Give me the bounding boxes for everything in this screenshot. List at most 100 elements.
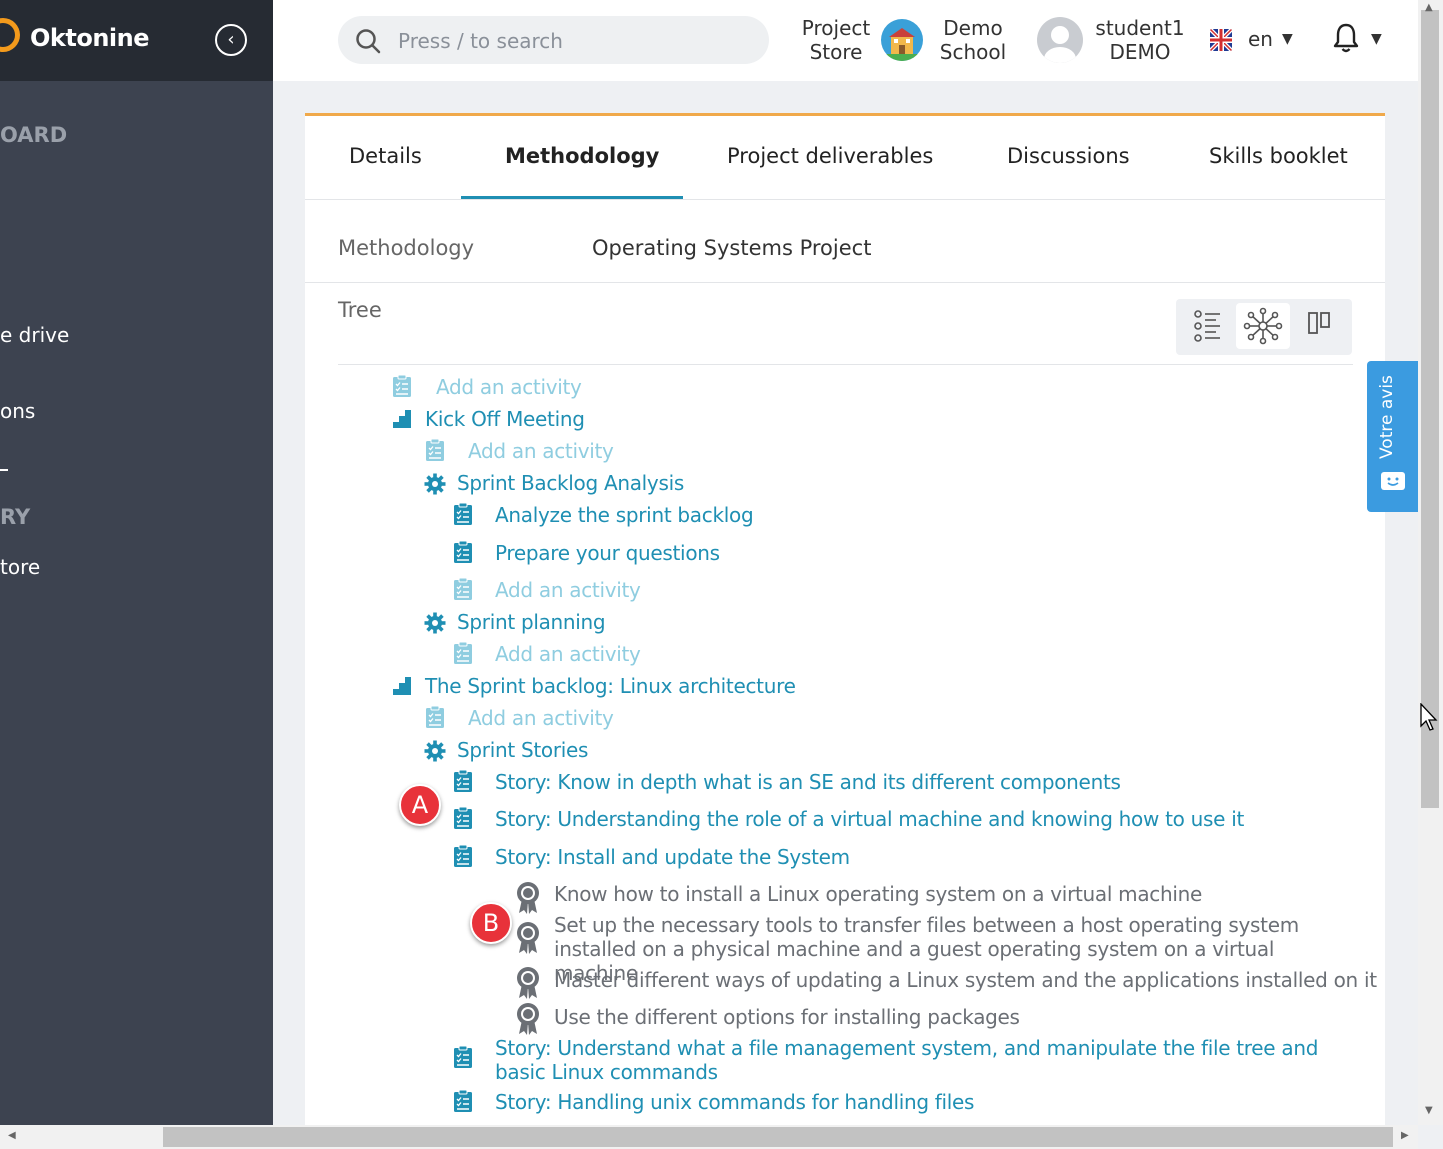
activity-link[interactable]: Analyze the sprint backlog: [495, 503, 754, 527]
clipboard-icon: [453, 577, 473, 605]
add-activity-link-label: Add an activity: [436, 375, 582, 399]
phase-link[interactable]: Kick Off Meeting: [425, 407, 585, 431]
add-activity-link[interactable]: Add an activity: [436, 375, 582, 399]
tab-project-deliverables[interactable]: Project deliverables: [727, 144, 933, 168]
sidebar-item-drive[interactable]: e drive: [0, 323, 69, 347]
step-link-label: Sprint planning: [457, 610, 606, 634]
clipboard-icon: [453, 502, 473, 530]
clipboard-icon: [453, 769, 473, 797]
activity-link-label: Prepare your questions: [495, 541, 720, 565]
methodology-value: Operating Systems Project: [592, 236, 872, 260]
chevron-left-icon[interactable]: ‹: [215, 24, 247, 56]
scroll-right-arrow-icon[interactable]: ▶: [1401, 1130, 1409, 1141]
phase-link[interactable]: The Sprint backlog: Linux architecture: [425, 674, 796, 698]
activity-link-label: Analyze the sprint backlog: [495, 503, 754, 527]
tab-details[interactable]: Details: [349, 144, 422, 168]
activity-link[interactable]: Story: Know in depth what is an SE and i…: [495, 770, 1121, 794]
activity-link[interactable]: Story: Understand what a file management…: [495, 1036, 1345, 1084]
activity-link-label: Story: Know in depth what is an SE and i…: [495, 770, 1121, 794]
project-card: Details Methodology Project deliverables…: [305, 113, 1385, 1125]
marker-b: B: [470, 902, 512, 944]
scroll-left-arrow-icon[interactable]: ◀: [8, 1130, 16, 1141]
project-store-link[interactable]: Project Store: [800, 16, 872, 64]
search-bar[interactable]: [338, 16, 769, 64]
add-activity-link[interactable]: Add an activity: [495, 642, 641, 666]
step-link[interactable]: Sprint Stories: [457, 738, 588, 762]
activity-link-label: Story: Handling unix commands for handli…: [495, 1090, 975, 1114]
add-activity-link-label: Add an activity: [468, 706, 614, 730]
logo-icon: [0, 18, 20, 52]
methodology-label: Methodology: [338, 236, 475, 260]
user-menu[interactable]: student1 DEMO: [1091, 16, 1189, 64]
add-activity-link[interactable]: Add an activity: [468, 439, 614, 463]
view-switcher: [1176, 299, 1352, 355]
columns-view-icon[interactable]: [1292, 303, 1346, 349]
stairs-icon: [391, 408, 413, 434]
skill-item: Use the different options for installing…: [554, 1005, 1020, 1029]
step-link[interactable]: Sprint Backlog Analysis: [457, 471, 684, 495]
skill-item-label: Know how to install a Linux operating sy…: [554, 882, 1203, 906]
sidebar-item-store[interactable]: tore: [0, 555, 40, 579]
avatar[interactable]: [1037, 17, 1083, 63]
clipboard-icon: [453, 844, 473, 872]
step-link-label: Sprint Stories: [457, 738, 589, 762]
divider: [305, 282, 1385, 283]
sidebar-section-dashboard: OARD: [0, 123, 68, 147]
scroll-down-arrow-icon[interactable]: ▼: [1425, 1105, 1433, 1116]
phase-link-label: Kick Off Meeting: [425, 407, 585, 431]
tab-skills-booklet[interactable]: Skills booklet: [1209, 144, 1348, 168]
language-select[interactable]: en: [1248, 27, 1273, 51]
graph-view-icon[interactable]: [1236, 303, 1290, 349]
active-tab-indicator: [461, 196, 683, 199]
add-activity-link[interactable]: Add an activity: [468, 706, 614, 730]
feedback-smiley-icon: [1381, 472, 1405, 490]
tab-bar: Details Methodology Project deliverables…: [305, 116, 1385, 200]
sidebar-item-ons[interactable]: ons: [0, 399, 35, 423]
tab-discussions[interactable]: Discussions: [1007, 144, 1130, 168]
award-icon: [515, 921, 541, 959]
search-icon: [356, 29, 381, 54]
vertical-scroll-thumb[interactable]: [1421, 10, 1439, 808]
add-activity-link-label: Add an activity: [495, 578, 641, 602]
clipboard-icon: [425, 438, 445, 466]
add-activity-link-label: Add an activity: [468, 439, 614, 463]
mouse-cursor-icon: [1420, 703, 1438, 731]
activity-link-label: Story: Understand what a file management…: [495, 1036, 1319, 1084]
activity-link[interactable]: Story: Understanding the role of a virtu…: [495, 807, 1244, 831]
feedback-label: Votre avis: [1377, 375, 1397, 459]
school-line1: Demo: [943, 16, 1003, 40]
bell-icon[interactable]: [1332, 22, 1360, 54]
activity-link-label: Story: Understanding the role of a virtu…: [495, 807, 1244, 831]
horizontal-scroll-thumb[interactable]: [163, 1127, 1393, 1147]
school-icon[interactable]: [881, 19, 923, 61]
scroll-up-arrow-icon[interactable]: ▲: [1425, 2, 1433, 13]
activity-link[interactable]: Prepare your questions: [495, 541, 720, 565]
notifications-chevron-icon[interactable]: ▼: [1371, 31, 1382, 47]
search-input[interactable]: [396, 24, 760, 58]
sidebar-divider: [0, 469, 8, 471]
uk-flag-icon[interactable]: [1210, 29, 1232, 51]
school-switcher[interactable]: Demo School: [935, 16, 1011, 64]
tree-label: Tree: [338, 298, 382, 322]
sidebar-section-library: RY: [0, 505, 31, 529]
logo: Oktonine: [30, 24, 150, 52]
add-activity-link[interactable]: Add an activity: [495, 578, 641, 602]
project-store-line1: Project: [801, 16, 871, 40]
step-link[interactable]: Sprint planning: [457, 610, 606, 634]
top-header: Project Store Demo School student1 DEMO: [273, 0, 1418, 81]
phase-link-label: The Sprint backlog: Linux architecture: [425, 674, 796, 698]
feedback-tab[interactable]: Votre avis: [1367, 361, 1418, 512]
list-view-icon[interactable]: [1180, 303, 1234, 349]
user-name: student1: [1095, 16, 1185, 40]
activity-link-label: Story: Install and update the System: [495, 845, 850, 869]
divider: [338, 364, 1353, 365]
tab-methodology[interactable]: Methodology: [505, 144, 659, 168]
activity-link[interactable]: Story: Handling unix commands for handli…: [495, 1090, 974, 1114]
activity-link[interactable]: Story: Install and update the System: [495, 845, 850, 869]
marker-a: A: [399, 784, 441, 826]
chevron-down-icon[interactable]: ▼: [1282, 31, 1293, 47]
gear-icon: [424, 740, 446, 766]
add-activity-link-label: Add an activity: [495, 642, 641, 666]
sidebar-header: Oktonine ‹: [0, 0, 273, 81]
clipboard-icon: [453, 1089, 473, 1117]
